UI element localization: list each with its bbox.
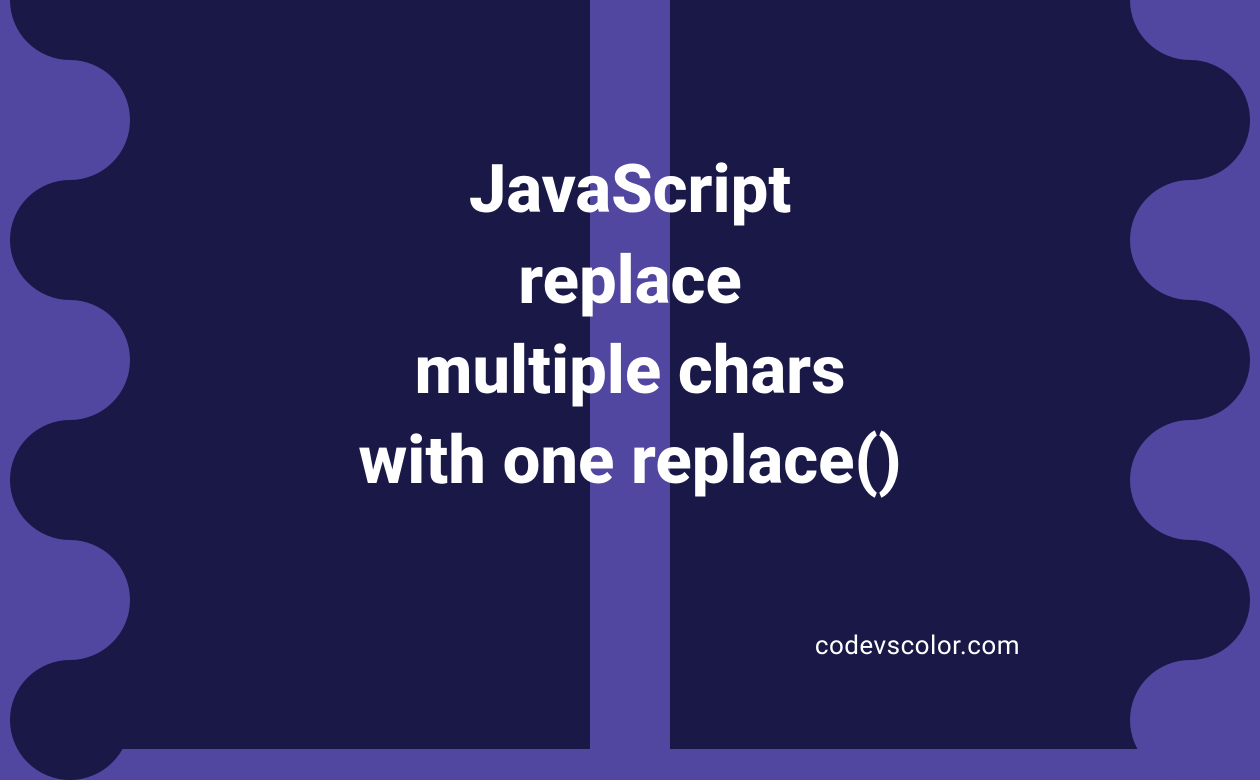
title-line-1: JavaScript <box>200 145 1060 235</box>
watermark-url: codevscolor.com <box>815 631 1020 661</box>
title-line-4: with one replace() <box>200 417 1060 507</box>
title-line-2: replace <box>200 236 1060 326</box>
page-title: JavaScript replace multiple chars with o… <box>200 145 1060 507</box>
title-line-3: multiple chars <box>200 326 1060 416</box>
